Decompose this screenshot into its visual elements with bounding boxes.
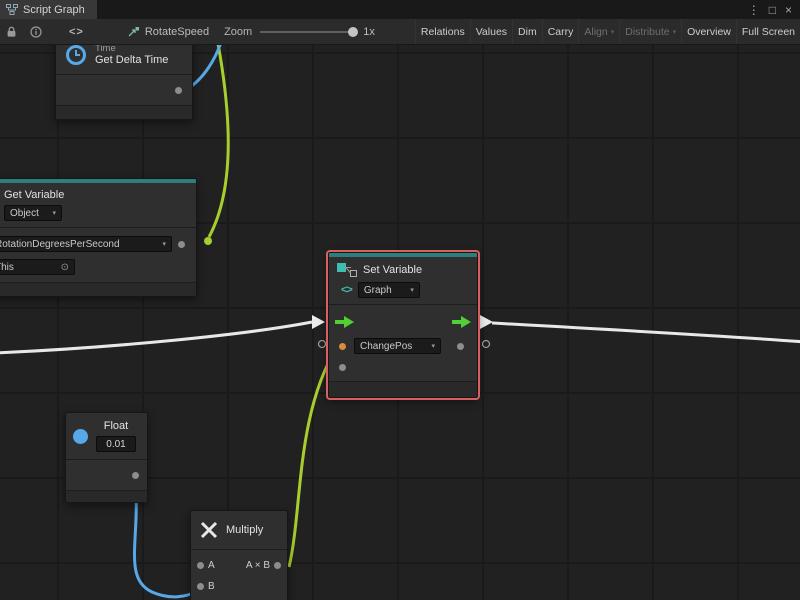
- port-label-a: A: [208, 560, 215, 571]
- node-get-delta-time[interactable]: Time Get Delta Time: [55, 45, 193, 120]
- node-title: Get Delta Time: [95, 54, 168, 67]
- set-variable-icon: [337, 263, 357, 278]
- dim-button[interactable]: Dim: [512, 19, 542, 44]
- unconnected-port-right[interactable]: [483, 341, 490, 348]
- chevron-down-icon: ▾: [410, 286, 414, 294]
- node-multiply[interactable]: Multiply A A × B B: [190, 510, 288, 600]
- variable-value-output-port[interactable]: [178, 241, 185, 248]
- window-controls: ⋮ □ ×: [748, 0, 800, 19]
- zoom-slider[interactable]: [260, 31, 355, 33]
- value-input-port[interactable]: [339, 343, 346, 350]
- wire-green-top[interactable]: [209, 45, 228, 237]
- wire-flow-out[interactable]: [492, 323, 800, 342]
- wire-flow-in[interactable]: [0, 322, 312, 353]
- value-output-port[interactable]: [457, 343, 464, 350]
- script-graph-icon: [6, 4, 18, 15]
- overview-button[interactable]: Overview: [681, 19, 736, 44]
- port-label-b: B: [208, 581, 215, 592]
- variable-scope-dropdown[interactable]: Object ▾: [4, 205, 62, 221]
- unity-script-graph-window: Script Graph ⋮ □ × <>: [0, 0, 800, 600]
- node-category: Time: [95, 45, 168, 54]
- flow-input-arrow[interactable]: [335, 316, 354, 328]
- graph-kind-icon: <>: [341, 284, 352, 296]
- node-title: Multiply: [226, 524, 263, 537]
- node-footer: [66, 490, 147, 502]
- variable-name-dropdown[interactable]: RotationDegreesPerSecond ▾: [0, 236, 172, 252]
- node-float[interactable]: Float 0.01: [65, 412, 148, 503]
- chevron-down-icon: ▾: [611, 28, 615, 36]
- chevron-down-icon: ▾: [431, 342, 435, 350]
- graph-asset-icon: [128, 26, 140, 38]
- multiply-input-b-port[interactable]: [197, 583, 204, 590]
- info-icon[interactable]: [30, 26, 42, 38]
- flow-arrowhead-out: [480, 315, 493, 329]
- multiply-output-port[interactable]: [274, 562, 281, 569]
- values-button[interactable]: Values: [470, 19, 512, 44]
- multiply-input-a-port[interactable]: [197, 562, 204, 569]
- variable-scope-dropdown[interactable]: Graph ▾: [358, 282, 420, 298]
- graph-toolbar: <> RotateSpeed Zoom 1x Relations Values …: [0, 19, 800, 45]
- flow-arrowhead-in: [312, 315, 325, 329]
- float-output-port[interactable]: [132, 472, 139, 479]
- flow-output-arrow[interactable]: [452, 316, 471, 328]
- zoom-slider-handle[interactable]: [348, 27, 358, 37]
- chevron-down-icon: ▾: [162, 240, 166, 248]
- fullscreen-button[interactable]: Full Screen: [736, 19, 800, 44]
- float-value-field[interactable]: 0.01: [96, 436, 136, 452]
- distribute-button[interactable]: Distribute▾: [619, 19, 681, 44]
- variable-target-field[interactable]: This ⊙: [0, 259, 75, 275]
- node-footer: [56, 105, 192, 119]
- node-footer: [0, 282, 196, 296]
- inspector-toggle-icon[interactable]: <>: [69, 26, 84, 38]
- zoom-value: 1x: [363, 26, 375, 38]
- fallback-input-port[interactable]: [339, 364, 346, 371]
- delta-time-output-port[interactable]: [175, 87, 182, 94]
- graph-name: RotateSpeed: [145, 26, 209, 38]
- variable-name-dropdown[interactable]: ChangePos ▾: [354, 338, 441, 354]
- graph-canvas[interactable]: Time Get Delta Time Get Variable Object …: [0, 45, 800, 600]
- maximize-icon[interactable]: □: [769, 4, 776, 16]
- zoom-label: Zoom: [224, 26, 252, 38]
- carry-button[interactable]: Carry: [542, 19, 579, 44]
- node-title: Set Variable: [363, 264, 422, 277]
- port-label-result: A × B: [246, 560, 270, 571]
- toolbar-buttons: Relations Values Dim Carry Align▾ Distri…: [415, 19, 800, 44]
- tab-bar: Script Graph ⋮ □ ×: [0, 0, 800, 19]
- node-title: Float: [104, 420, 128, 433]
- clock-icon: [64, 45, 88, 67]
- lock-icon[interactable]: [6, 26, 17, 38]
- node-set-variable[interactable]: Set Variable <> Graph ▾: [328, 252, 478, 398]
- kebab-menu-icon[interactable]: ⋮: [748, 4, 760, 16]
- object-picker-icon[interactable]: ⊙: [61, 262, 69, 273]
- node-get-variable[interactable]: Get Variable Object ▾ RotationDegreesPer…: [0, 178, 197, 297]
- tab-script-graph[interactable]: Script Graph: [0, 0, 97, 19]
- unconnected-port-left[interactable]: [319, 341, 326, 348]
- wire-green-endpoint[interactable]: [204, 237, 212, 245]
- float-icon: [72, 428, 89, 445]
- tab-title: Script Graph: [23, 4, 85, 16]
- close-icon[interactable]: ×: [785, 4, 792, 16]
- align-button[interactable]: Align▾: [578, 19, 619, 44]
- node-footer: [329, 381, 477, 397]
- chevron-down-icon: ▾: [52, 209, 56, 217]
- node-title: Get Variable: [4, 189, 64, 202]
- multiply-icon: [199, 520, 219, 540]
- chevron-down-icon: ▾: [673, 28, 677, 36]
- relations-button[interactable]: Relations: [415, 19, 470, 44]
